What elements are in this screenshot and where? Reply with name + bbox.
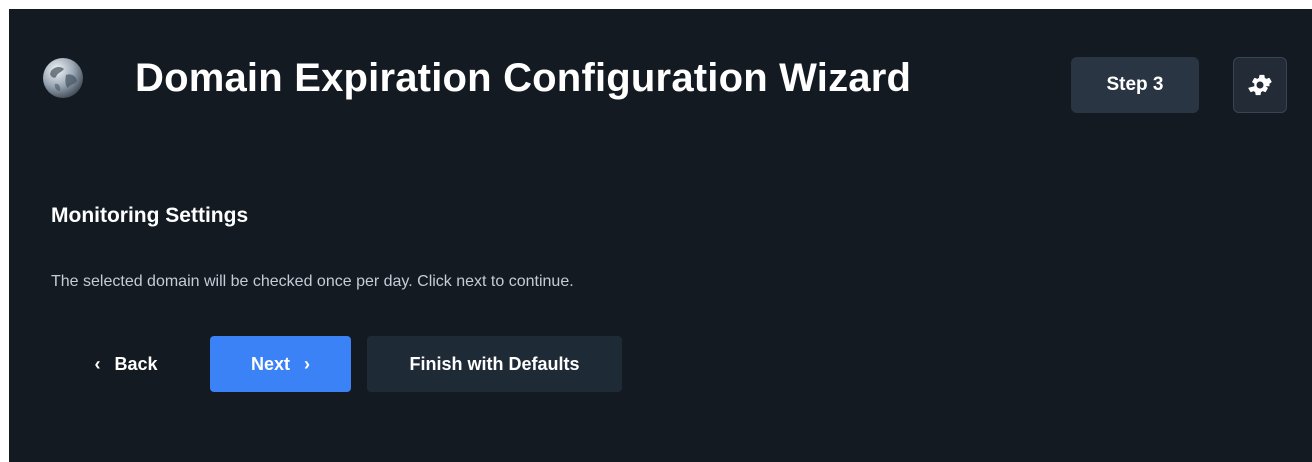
section-title: Monitoring Settings — [51, 204, 249, 227]
step-badge: Step 3 — [1071, 57, 1199, 113]
globe-icon — [43, 58, 83, 98]
settings-button[interactable] — [1233, 57, 1287, 113]
next-button-label: Next — [250, 353, 290, 374]
wizard-panel: Domain Expiration Configuration Wizard S… — [9, 9, 1312, 462]
back-button-label: Back — [114, 353, 158, 374]
page-title: Domain Expiration Configuration Wizard — [135, 56, 912, 100]
chevron-right-icon: › — [304, 353, 310, 374]
wizard-header: Domain Expiration Configuration Wizard S… — [9, 51, 1312, 121]
finish-with-defaults-button[interactable]: Finish with Defaults — [367, 336, 622, 392]
chevron-left-icon: ‹ — [94, 353, 101, 374]
back-button[interactable]: ‹ Back — [71, 336, 181, 392]
next-button[interactable]: Next › — [210, 336, 351, 392]
finish-button-label: Finish with Defaults — [409, 353, 580, 374]
section-description: The selected domain will be checked once… — [51, 273, 574, 290]
gear-icon — [1248, 74, 1272, 96]
